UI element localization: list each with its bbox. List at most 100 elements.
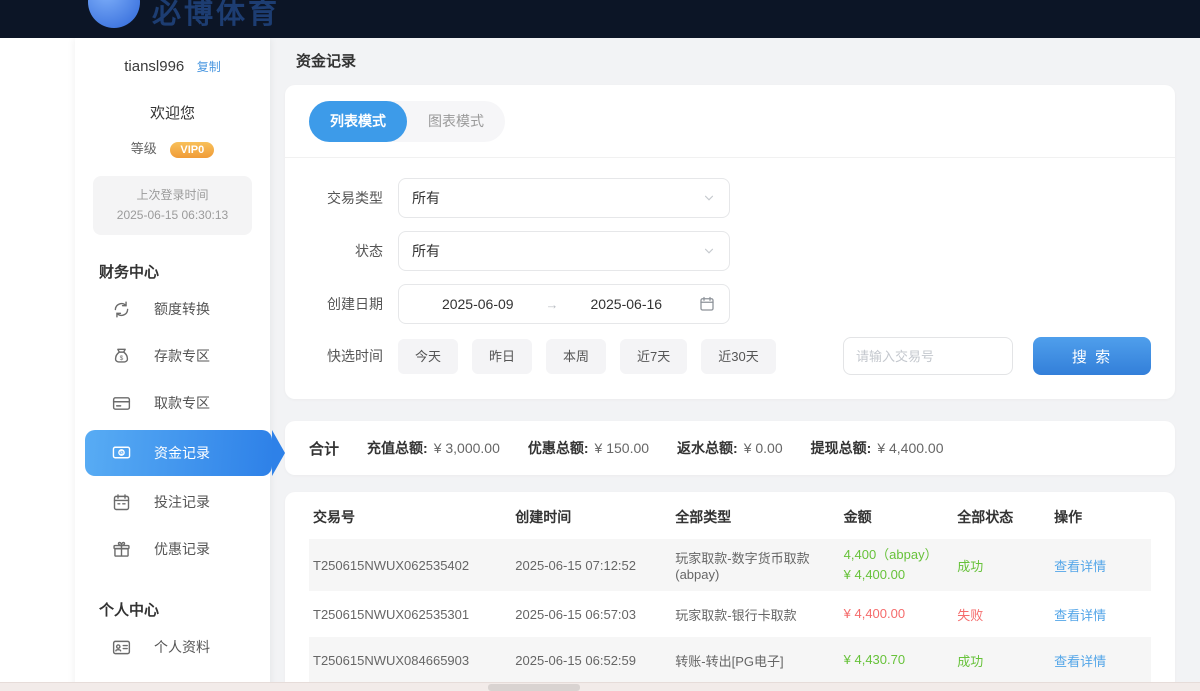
sidebar-item-deposit[interactable]: $ 存款专区 <box>75 333 270 380</box>
quick-yesterday-button[interactable]: 昨日 <box>472 339 532 374</box>
create-date-label: 创建日期 <box>309 294 383 314</box>
section-finance-title: 财务中心 <box>99 261 270 282</box>
sidebar-item-label: 取款专区 <box>154 393 210 413</box>
status-label: 状态 <box>309 241 383 261</box>
left-margin <box>0 38 75 691</box>
table-row: T250615NWUX084665903 2025-06-15 06:52:59… <box>309 637 1151 683</box>
banknote-icon: $ <box>111 442 132 463</box>
table-header-row: 交易号 创建时间 全部类型 金额 全部状态 操作 <box>309 494 1151 539</box>
view-details-link[interactable]: 查看详情 <box>1054 608 1106 623</box>
search-button[interactable]: 搜 索 <box>1033 337 1151 375</box>
status-value: 所有 <box>412 241 440 261</box>
date-to-value[interactable]: 2025-06-16 <box>561 296 693 312</box>
main-content: 资金记录 列表模式 图表模式 交易类型 所有 <box>270 38 1200 691</box>
transaction-time: 2025-06-15 07:12:52 <box>515 558 675 573</box>
gift-icon <box>111 539 132 560</box>
tab-list-mode[interactable]: 列表模式 <box>309 101 407 142</box>
last-login-box: 上次登录时间 2025-06-15 06:30:13 <box>93 176 252 235</box>
col-header-amount: 金额 <box>844 507 958 527</box>
vip-level-badge: VIP0 <box>170 142 214 158</box>
transaction-amount: ¥ 4,400.00 <box>844 604 958 624</box>
summary-withdraw-total: 提现总额: ¥ 4,400.00 <box>811 438 944 458</box>
copy-username-button[interactable]: 复制 <box>197 60 221 74</box>
page-title: 资金记录 <box>270 38 1200 85</box>
summary-bar: 合计 充值总额: ¥ 3,000.00 优惠总额: ¥ 150.00 返水总额:… <box>285 421 1175 475</box>
quick-this-week-button[interactable]: 本周 <box>546 339 606 374</box>
sidebar-item-label: 资金记录 <box>154 443 210 463</box>
arrow-right-icon: → <box>544 297 561 312</box>
sidebar-item-label: 优惠记录 <box>154 539 210 559</box>
sidebar-item-withdraw[interactable]: 取款专区 <box>75 380 270 427</box>
summary-total-label: 合计 <box>309 438 339 459</box>
transaction-type: 转账-转出[PG电子] <box>675 651 843 670</box>
quick-today-button[interactable]: 今天 <box>398 339 458 374</box>
quick-7days-button[interactable]: 近7天 <box>620 339 687 374</box>
sidebar-item-label: 投注记录 <box>154 492 210 512</box>
calendar-icon <box>111 492 132 513</box>
transaction-id: T250615NWUX062535402 <box>309 558 515 573</box>
view-details-link[interactable]: 查看详情 <box>1054 559 1106 574</box>
svg-text:$: $ <box>120 355 124 362</box>
chevron-down-icon <box>702 244 716 258</box>
transaction-type: 玩家取款-数字货币取款 (abpay) <box>675 548 843 582</box>
transaction-type: 玩家取款-银行卡取款 <box>675 605 843 624</box>
sidebar-item-label: 存款专区 <box>154 346 210 366</box>
transaction-time: 2025-06-15 06:57:03 <box>515 607 675 622</box>
view-details-link[interactable]: 查看详情 <box>1054 654 1106 669</box>
bank-card-icon <box>111 393 132 414</box>
chevron-down-icon <box>702 191 716 205</box>
top-header: 必博体育 <box>0 0 1200 38</box>
date-from-value[interactable]: 2025-06-09 <box>412 296 544 312</box>
col-header-action: 操作 <box>1054 507 1151 527</box>
records-table: 交易号 创建时间 全部类型 金额 全部状态 操作 T250615NWUX0625… <box>285 492 1175 691</box>
sidebar-item-quota-transfer[interactable]: 额度转换 <box>75 286 270 333</box>
table-row: T250615NWUX062535301 2025-06-15 06:57:03… <box>309 591 1151 637</box>
section-personal-title: 个人中心 <box>99 599 270 620</box>
transaction-type-label: 交易类型 <box>309 188 383 208</box>
transaction-search-input[interactable] <box>843 337 1013 375</box>
horizontal-scrollbar[interactable] <box>0 682 1200 691</box>
brand-name[interactable]: 必博体育 <box>152 0 280 32</box>
col-header-status[interactable]: 全部状态 <box>957 507 1054 527</box>
username: tiansl996 <box>124 58 184 75</box>
transaction-id: T250615NWUX084665903 <box>309 653 515 668</box>
status-badge: 失败 <box>957 605 1054 624</box>
sidebar-item-profile[interactable]: 个人资料 <box>75 624 270 671</box>
sidebar-item-funds-record[interactable]: $ 资金记录 <box>85 430 272 476</box>
status-select[interactable]: 所有 <box>398 231 730 271</box>
tab-chart-mode[interactable]: 图表模式 <box>407 101 505 142</box>
summary-deposit-total: 充值总额: ¥ 3,000.00 <box>367 438 500 458</box>
col-header-id: 交易号 <box>309 507 515 527</box>
sidebar-item-promo-record[interactable]: 优惠记录 <box>75 526 270 573</box>
scrollbar-thumb[interactable] <box>488 684 580 691</box>
calendar-icon <box>698 295 716 313</box>
table-row: T250615NWUX062535402 2025-06-15 07:12:52… <box>309 539 1151 591</box>
status-badge: 成功 <box>957 556 1054 575</box>
sidebar-item-label: 个人资料 <box>154 637 210 657</box>
summary-promo-total: 优惠总额: ¥ 150.00 <box>528 438 649 458</box>
money-bag-icon: $ <box>111 346 132 367</box>
col-header-time: 创建时间 <box>515 507 675 527</box>
last-login-time: 2025-06-15 06:30:13 <box>97 205 248 225</box>
sidebar-item-bet-record[interactable]: 投注记录 <box>75 479 270 526</box>
transaction-type-value: 所有 <box>412 188 440 208</box>
filter-card: 列表模式 图表模式 交易类型 所有 状态 所有 <box>285 85 1175 399</box>
id-card-icon <box>111 637 132 658</box>
date-range-picker[interactable]: 2025-06-09 → 2025-06-16 <box>398 284 730 324</box>
level-label: 等级 <box>131 141 157 156</box>
status-badge: 成功 <box>957 651 1054 670</box>
transaction-type-select[interactable]: 所有 <box>398 178 730 218</box>
view-mode-tabs: 列表模式 图表模式 <box>309 101 505 142</box>
sidebar: tiansl996 复制 欢迎您 等级 VIP0 上次登录时间 2025-06-… <box>75 38 270 691</box>
quick-30days-button[interactable]: 近30天 <box>701 339 775 374</box>
transaction-time: 2025-06-15 06:52:59 <box>515 653 675 668</box>
transaction-amount: 4,400（abpay） ¥ 4,400.00 <box>844 545 958 585</box>
welcome-text: 欢迎您 <box>75 102 270 123</box>
quick-time-label: 快选时间 <box>309 346 383 366</box>
svg-text:$: $ <box>120 451 123 457</box>
app-window: 必博体育 tiansl996 复制 欢迎您 等级 VIP0 上次登录时间 202… <box>0 0 1200 691</box>
brand-logo-icon[interactable] <box>88 0 140 28</box>
col-header-type[interactable]: 全部类型 <box>675 507 843 527</box>
sidebar-item-label: 额度转换 <box>154 299 210 319</box>
last-login-label: 上次登录时间 <box>97 185 248 205</box>
